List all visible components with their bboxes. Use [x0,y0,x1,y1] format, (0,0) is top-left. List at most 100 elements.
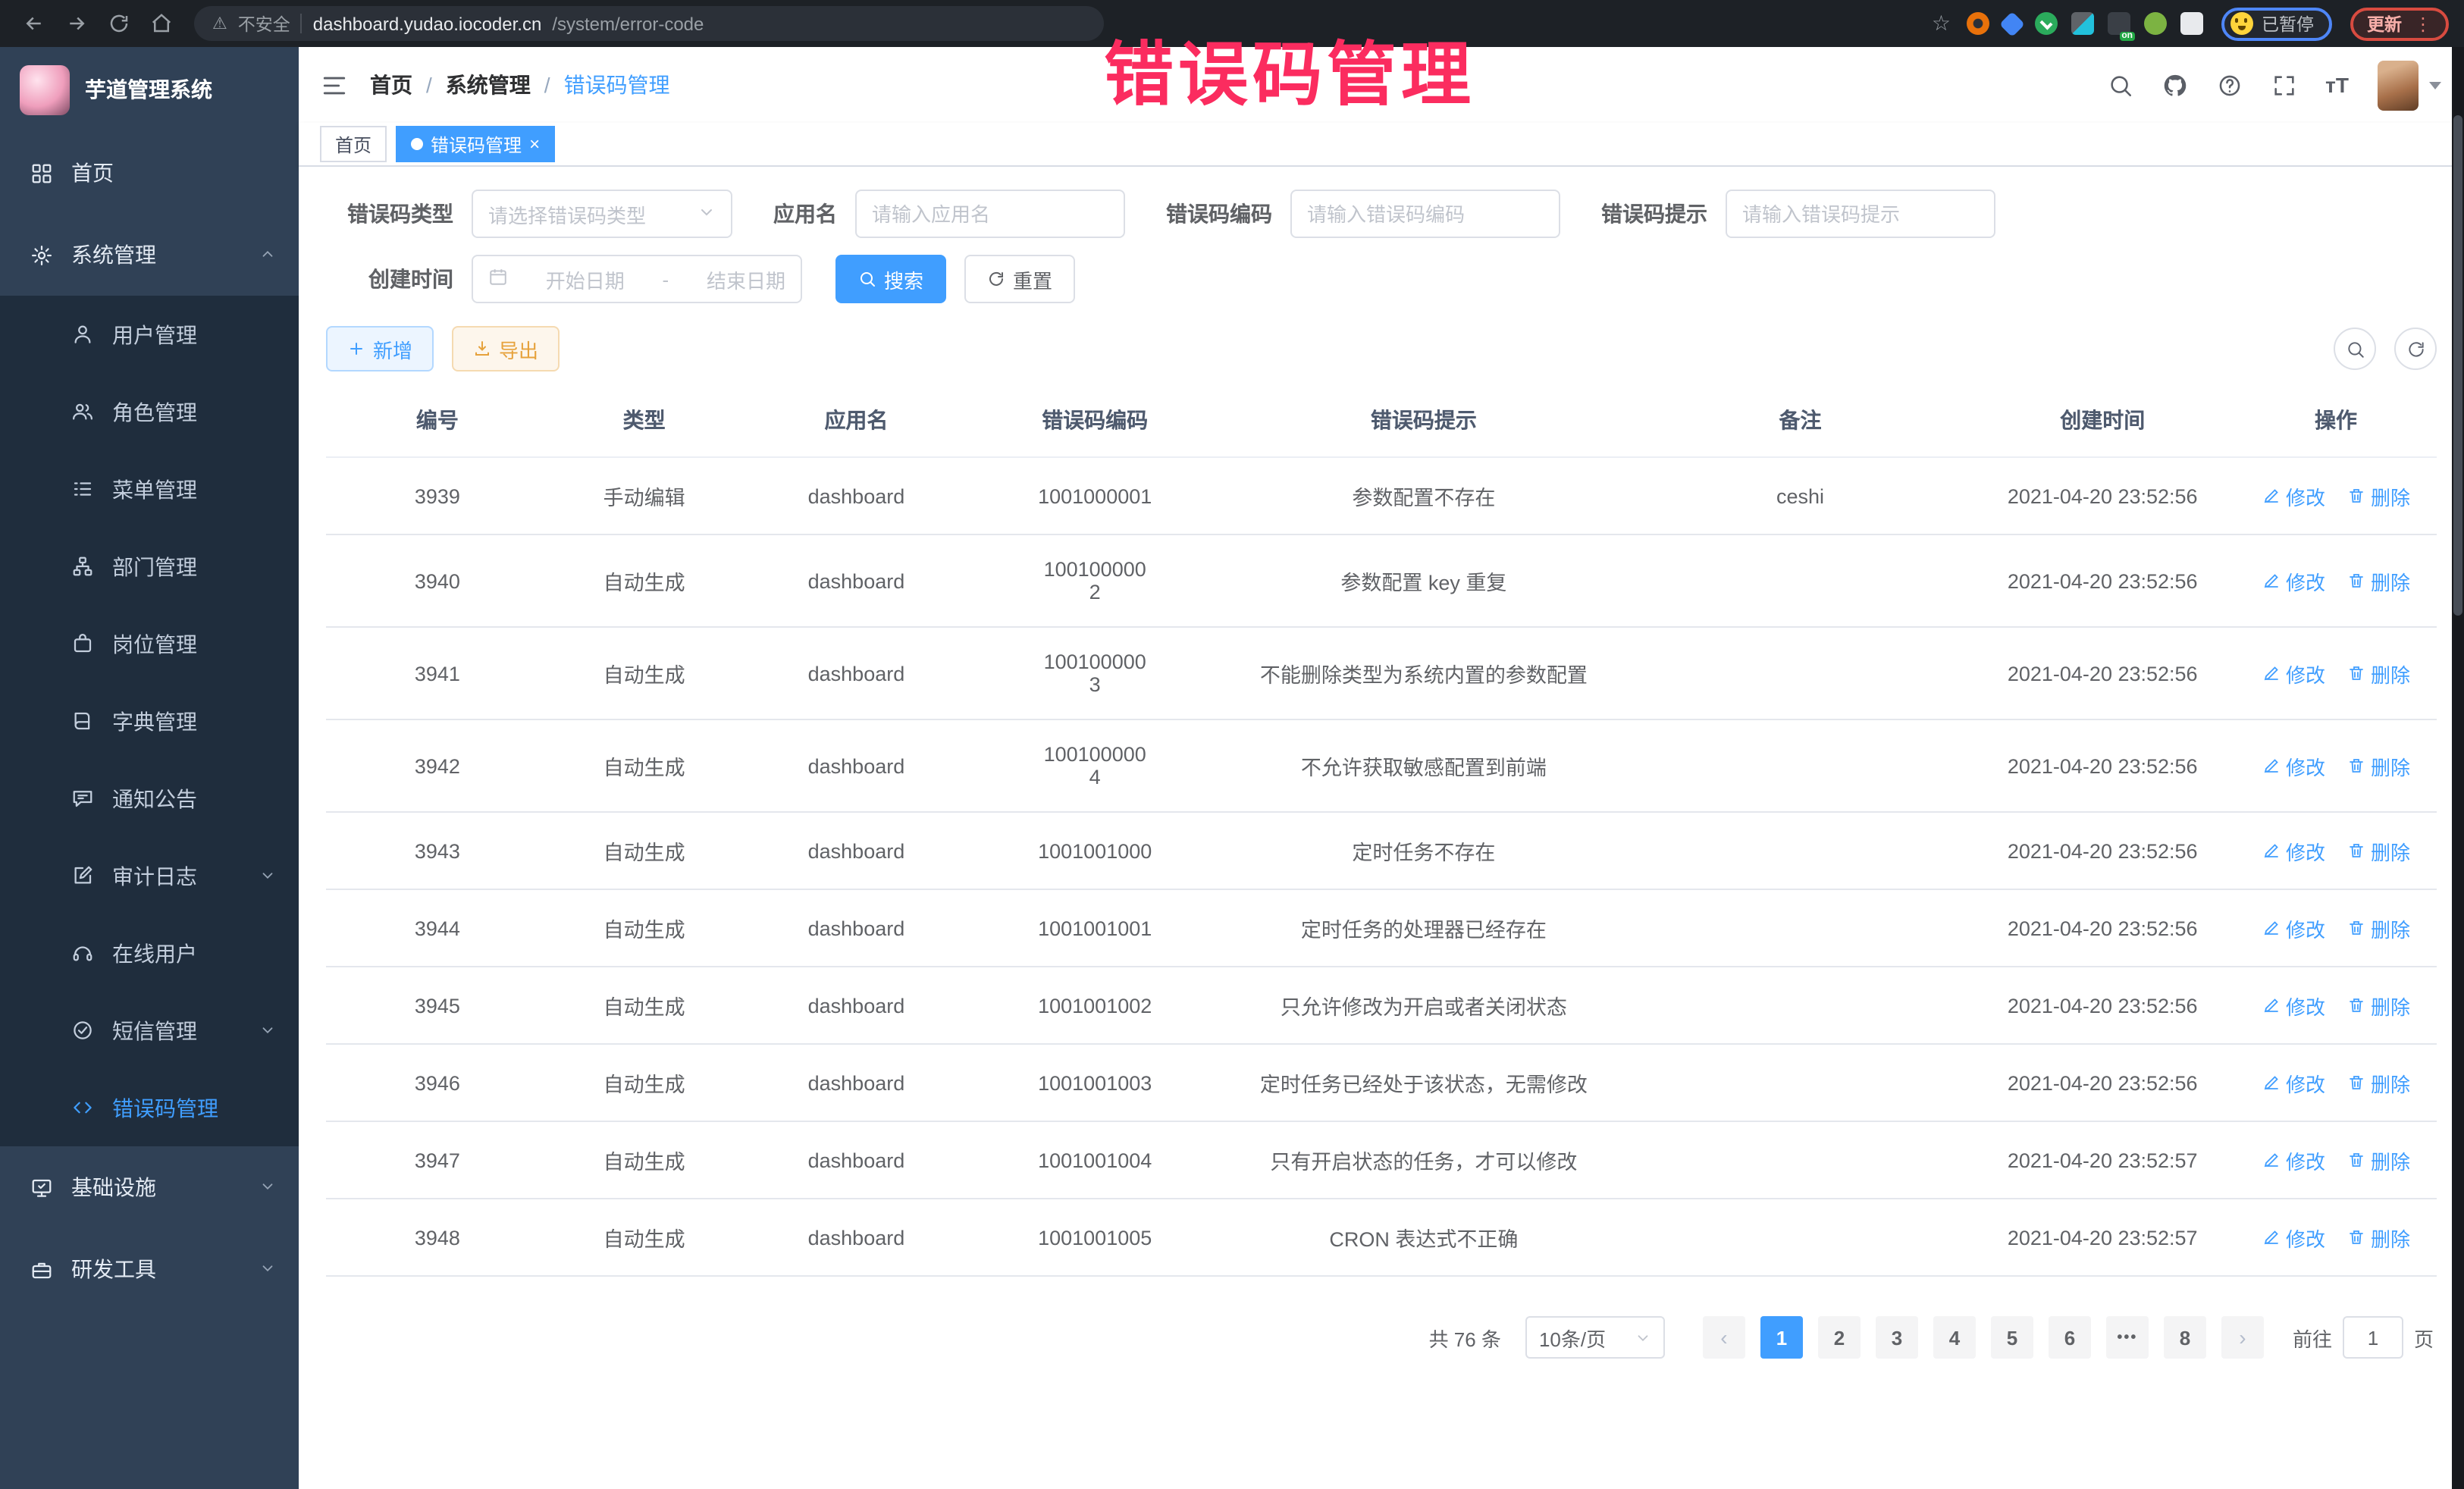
delete-link[interactable]: 删除 [2346,481,2410,510]
window-scrollbar[interactable] [2452,47,2464,1489]
sidebar-item-infrastructure[interactable]: 基础设施 [0,1146,299,1228]
add-button[interactable]: 新增 [326,326,434,371]
cell-app: dashboard [740,889,973,967]
app-logo-row[interactable]: 芋道管理系统 [0,47,299,132]
header-search-icon[interactable] [2107,72,2133,98]
extension-squares-icon[interactable] [2071,12,2093,35]
extension-gem-icon[interactable] [1998,11,2024,36]
delete-link[interactable]: 删除 [2346,914,2410,942]
sidebar-item-roles[interactable]: 角色管理 [0,373,299,450]
toggle-search-icon[interactable] [2334,328,2376,370]
delete-link[interactable]: 删除 [2346,836,2410,865]
sidebar-item-departments[interactable]: 部门管理 [0,528,299,605]
tag-close-icon[interactable]: × [529,135,540,153]
page-button-1[interactable]: 1 [1760,1316,1803,1359]
tag-error-code[interactable]: 错误码管理 × [396,126,555,162]
cell-id: 3941 [326,627,549,719]
edit-link[interactable]: 修改 [2262,914,2325,942]
sidebar-item-menus[interactable]: 菜单管理 [0,450,299,528]
font-size-icon[interactable]: тT [2325,73,2349,97]
more-pages-button[interactable]: ••• [2106,1316,2149,1359]
reload-icon[interactable] [100,5,136,42]
sidebar-item-sms[interactable]: 短信管理 [0,992,299,1069]
export-button[interactable]: 导出 [452,326,560,371]
help-icon[interactable] [2216,72,2242,98]
extensions-puzzle-icon[interactable] [2180,12,2202,35]
page-button-8[interactable]: 8 [2164,1316,2206,1359]
breadcrumb-home[interactable]: 首页 [370,70,412,100]
page-button-5[interactable]: 5 [1991,1316,2033,1359]
sidebar-item-online-users[interactable]: 在线用户 [0,914,299,992]
page-size-select[interactable]: 10条/页 [1525,1316,1665,1359]
prev-page-button[interactable]: ‹ [1703,1316,1745,1359]
delete-link[interactable]: 删除 [2346,1223,2410,1252]
browser-update-badge[interactable]: 更新 ⋮ [2350,7,2449,40]
cell-type: 自动生成 [549,1121,740,1199]
edit-link[interactable]: 修改 [2262,1146,2325,1174]
profile-paused-badge[interactable]: 已暂停 [2221,7,2332,40]
next-page-button[interactable]: › [2221,1316,2264,1359]
fullscreen-icon[interactable] [2271,72,2296,98]
sidebar-item-error-code[interactable]: 错误码管理 [0,1069,299,1146]
hamburger-icon[interactable] [321,72,347,98]
browser-menu-kebab-icon[interactable]: ⋮ [2414,13,2432,34]
sidebar-item-dev-tools[interactable]: 研发工具 [0,1228,299,1310]
page-button-6[interactable]: 6 [2049,1316,2091,1359]
refresh-icon[interactable] [2394,328,2437,370]
app-name-input[interactable] [855,190,1125,238]
sidebar-item-posts[interactable]: 岗位管理 [0,605,299,682]
delete-link[interactable]: 删除 [2346,991,2410,1020]
extension-on-badge-icon[interactable] [2107,12,2130,35]
delete-link[interactable]: 删除 [2346,1068,2410,1097]
url-bar[interactable]: ⚠ 不安全 dashboard.yudao.iocoder.cn/system/… [194,6,1104,41]
delete-link[interactable]: 删除 [2346,659,2410,688]
cell-operations: 修改删除 [2235,627,2437,719]
tag-home[interactable]: 首页 [320,126,387,162]
scrollbar-thumb[interactable] [2453,115,2462,616]
cell-id: 3939 [326,457,549,534]
breadcrumb-system[interactable]: 系统管理 [446,70,531,100]
edit-link[interactable]: 修改 [2262,1223,2325,1252]
sidebar-item-notice[interactable]: 通知公告 [0,760,299,837]
home-icon[interactable] [143,5,179,42]
page-button-3[interactable]: 3 [1876,1316,1918,1359]
edit-link[interactable]: 修改 [2262,566,2325,595]
cell-code: 1001001000 [973,812,1217,889]
search-button[interactable]: 搜索 [835,255,946,303]
goto-page-input[interactable] [2343,1316,2403,1359]
delete-link[interactable]: 删除 [2346,751,2410,780]
sidebar-item-home[interactable]: 首页 [0,132,299,214]
page-button-2[interactable]: 2 [1818,1316,1861,1359]
announcement-icon [70,786,94,810]
cell-time: 2021-04-20 23:52:56 [1970,627,2235,719]
extension-green-icon[interactable] [2034,12,2057,35]
sidebar-item-system[interactable]: 系统管理 [0,214,299,296]
edit-link[interactable]: 修改 [2262,991,2325,1020]
filter-time-label: 创建时间 [326,264,453,294]
back-icon[interactable] [15,5,52,42]
edit-link[interactable]: 修改 [2262,659,2325,688]
error-code-input[interactable] [1290,190,1560,238]
edit-link[interactable]: 修改 [2262,1068,2325,1097]
page-button-4[interactable]: 4 [1933,1316,1976,1359]
delete-link[interactable]: 删除 [2346,566,2410,595]
user-menu[interactable] [2378,60,2441,110]
forward-icon[interactable] [58,5,94,42]
error-msg-input[interactable] [1726,190,1995,238]
sidebar-item-dict[interactable]: 字典管理 [0,682,299,760]
error-type-select[interactable]: 请选择错误码类型 [472,190,732,238]
sidebar-item-audit-log[interactable]: 审计日志 [0,837,299,914]
edit-link[interactable]: 修改 [2262,481,2325,510]
date-range-picker[interactable]: 开始日期 - 结束日期 [472,255,802,303]
extension-orange-icon[interactable] [1966,12,1989,35]
dashboard-icon [29,161,53,185]
edit-link[interactable]: 修改 [2262,836,2325,865]
edit-link[interactable]: 修改 [2262,751,2325,780]
github-icon[interactable] [2161,72,2187,98]
reset-button[interactable]: 重置 [964,255,1075,303]
cell-msg: 只允许修改为开启或者关闭状态 [1217,967,1631,1044]
bookmark-star-icon[interactable]: ☆ [1932,11,1951,36]
delete-link[interactable]: 删除 [2346,1146,2410,1174]
sidebar-item-users[interactable]: 用户管理 [0,296,299,373]
extension-key-icon[interactable] [2143,12,2166,35]
